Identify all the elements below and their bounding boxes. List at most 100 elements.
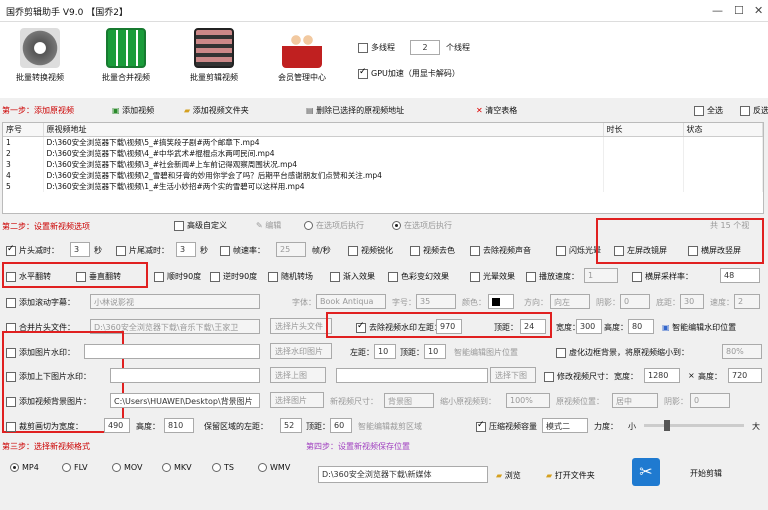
topbottom-checkbox[interactable]: 添加上下图片水印： — [6, 371, 91, 382]
select-wm-button[interactable]: 选择水印图片 — [270, 343, 332, 359]
left-mirror-checkbox[interactable]: 左屏改镜屏 — [614, 245, 667, 256]
select-image-button[interactable]: 选择图片 — [270, 392, 324, 408]
format-mov-radio[interactable]: MOV — [112, 463, 143, 472]
image-wm-input[interactable] — [84, 344, 260, 359]
select-top-button[interactable]: 选择上图 — [270, 367, 326, 383]
compress-mode-select[interactable]: 模式二 — [542, 418, 588, 433]
play-speed-input[interactable]: 1 — [584, 268, 618, 283]
col-index[interactable]: 序号 — [3, 123, 44, 137]
new-size-select[interactable]: 背景图 — [384, 393, 434, 408]
batch-convert-button[interactable]: 批量转换视频 — [0, 28, 80, 83]
batch-edit-button[interactable]: 批量剪辑视频 — [174, 28, 254, 83]
font-select[interactable]: Book Antiqua — [316, 294, 386, 309]
col-path[interactable]: 原视频地址 — [43, 123, 604, 137]
batch-merge-button[interactable]: 批量合并视频 — [86, 28, 166, 83]
resize-w-input[interactable]: 1280 — [644, 368, 680, 383]
crop-w-input[interactable]: 490 — [104, 418, 130, 433]
select-bottom-button[interactable]: 选择下图 — [490, 367, 536, 383]
bottom-input[interactable]: 30 — [680, 294, 704, 309]
wm-top-input[interactable]: 24 — [520, 319, 546, 334]
head-cut-checkbox[interactable]: 片头减时： — [6, 244, 59, 256]
shadow2-input[interactable]: 0 — [690, 393, 730, 408]
exec-radio[interactable]: 在选项后执行 — [304, 220, 364, 231]
audio-rate-input[interactable]: 48 — [720, 268, 760, 283]
blur-select[interactable]: 80% — [722, 344, 762, 359]
strength-slider[interactable] — [644, 420, 744, 431]
close-icon[interactable]: ✕ — [754, 4, 763, 17]
flash-checkbox[interactable]: 闪烁光晕 — [556, 245, 601, 256]
sharpen-checkbox[interactable]: 视频锐化 — [348, 245, 393, 256]
fade-in-checkbox[interactable]: 渐入效果 — [330, 271, 375, 282]
after-exec-radio[interactable]: 在选项后执行 — [392, 220, 452, 231]
keep-top-input[interactable]: 60 — [330, 418, 352, 433]
table-row[interactable]: 5 D:\360安全浏览器下载\视频\1_#生活小妙招#两个实的雪碧可以这样用.m… — [3, 180, 763, 192]
smart-img-button[interactable]: 智能编辑图片位置 — [454, 347, 518, 358]
rot90-checkbox[interactable]: 顺时90度 — [154, 271, 201, 282]
top-image-input[interactable] — [110, 368, 260, 383]
add-video-button[interactable]: ▣ 添加视频 — [112, 105, 154, 116]
smart-crop-button[interactable]: 智能编辑裁剪区域 — [358, 421, 422, 432]
img-top-input[interactable]: 10 — [424, 344, 446, 359]
wm-left-input[interactable]: 970 — [436, 319, 462, 334]
col-status[interactable]: 状态 — [683, 123, 763, 137]
hflip-checkbox[interactable]: 水平翻转 — [6, 271, 51, 282]
delete-selected-button[interactable]: ▤ 删除已选择的原视频地址 — [306, 105, 404, 116]
minimize-icon[interactable]: — — [712, 4, 723, 17]
table-row[interactable]: 2 D:\360安全浏览器下载\视频\4_#中华武术#棍棍点水两呵民间.mp4 — [3, 147, 763, 159]
framerate-checkbox[interactable]: 帧速率： — [220, 245, 265, 256]
table-row[interactable]: 4 D:\360安全浏览器下载\视频\2_雪碧和牙膏的妙用你学会了吗？后期平台感谢… — [3, 169, 763, 181]
vflip-checkbox[interactable]: 垂直翻转 — [76, 271, 121, 282]
table-row[interactable]: 3 D:\360安全浏览器下载\视频\3_#社会新闻#上车前记得观察周围状况.mp… — [3, 158, 763, 170]
head-cut-input[interactable]: 3 — [70, 242, 90, 257]
table-row[interactable]: 1 D:\360安全浏览器下载\视频\5_#搞笑段子剧#两个邮章下.mp4 — [3, 136, 763, 148]
multithread-checkbox[interactable]: 多线程 — [358, 42, 395, 53]
color-shift-checkbox[interactable]: 色彩变幻效果 — [388, 271, 449, 282]
format-mkv-radio[interactable]: MKV — [162, 463, 192, 472]
bg-image-checkbox[interactable]: 添加视频背景图片： — [6, 396, 91, 407]
tail-cut-checkbox[interactable]: 片尾减时： — [116, 245, 169, 256]
size-select[interactable]: 35 — [416, 294, 456, 309]
decolor-checkbox[interactable]: 视频去色 — [410, 245, 455, 256]
marquee-input[interactable]: 小林说影视 — [90, 294, 260, 309]
tail-cut-input[interactable]: 3 — [176, 242, 196, 257]
smart-edit-button[interactable]: ▣ 智能编辑水印位置 — [662, 322, 736, 333]
member-center-button[interactable]: 会员管理中心 — [262, 28, 342, 83]
crop-checkbox[interactable]: 裁剪画切为宽度： — [6, 421, 83, 432]
light-effect-checkbox[interactable]: 光晕效果 — [470, 271, 515, 282]
format-flv-radio[interactable]: FLV — [62, 463, 88, 472]
invert-button[interactable]: 反选 — [740, 105, 768, 116]
resize-h-input[interactable]: 720 — [728, 368, 762, 383]
shadow-input[interactable]: 0 — [620, 294, 650, 309]
select-all-button[interactable]: 全选 — [694, 105, 723, 116]
maximize-icon[interactable]: ☐ — [734, 4, 744, 17]
color-picker[interactable] — [488, 294, 514, 309]
framerate-input[interactable]: 25 — [276, 242, 306, 257]
right-mirror-checkbox[interactable]: 横屏改竖屏 — [688, 245, 741, 256]
slider-handle[interactable] — [664, 420, 670, 431]
shrink-select[interactable]: 100% — [506, 393, 550, 408]
blur-border-checkbox[interactable]: 虚化边框背景，将原视频缩小到： — [556, 347, 689, 358]
start-edit-button[interactable]: 开始剪辑 — [690, 468, 722, 479]
gpu-checkbox[interactable]: GPU加速（用显卡解码） — [358, 67, 460, 79]
resize-checkbox[interactable]: 修改视频尺寸： — [544, 371, 613, 382]
direction-select[interactable]: 向左 — [550, 294, 590, 309]
scissors-icon[interactable]: ✂ — [632, 458, 660, 486]
open-folder-button[interactable]: ▰ 打开文件夹 — [546, 470, 595, 481]
format-mp4-radio[interactable]: MP4 — [10, 463, 39, 472]
compress-checkbox[interactable]: 压缩视频容量 — [476, 420, 537, 432]
image-wm-checkbox[interactable]: 添加图片水印： — [6, 347, 75, 358]
remove-watermark-checkbox[interactable]: 去除视频水印 — [356, 321, 417, 333]
select-head-button[interactable]: 选择片头文件 — [270, 318, 332, 334]
speed2-input[interactable]: 2 — [734, 294, 760, 309]
wm-height-input[interactable]: 80 — [628, 319, 654, 334]
bg-image-input[interactable]: C:\Users\HUAWEI\Desktop\背景图片 — [110, 393, 260, 408]
wm-width-input[interactable]: 300 — [576, 319, 602, 334]
remove-audio-checkbox[interactable]: 去除视频声音 — [470, 245, 531, 256]
thread-count-input[interactable]: 2 — [410, 40, 440, 55]
clear-table-button[interactable]: ✕ 清空表格 — [476, 105, 517, 116]
rot90b-checkbox[interactable]: 逆时90度 — [210, 271, 257, 282]
advanced-checkbox[interactable]: 高级自定义 — [174, 220, 227, 231]
crop-h-input[interactable]: 810 — [164, 418, 194, 433]
add-folder-button[interactable]: ▰ 添加视频文件夹 — [184, 105, 249, 116]
browse-button[interactable]: ▰ 浏览 — [496, 470, 521, 481]
